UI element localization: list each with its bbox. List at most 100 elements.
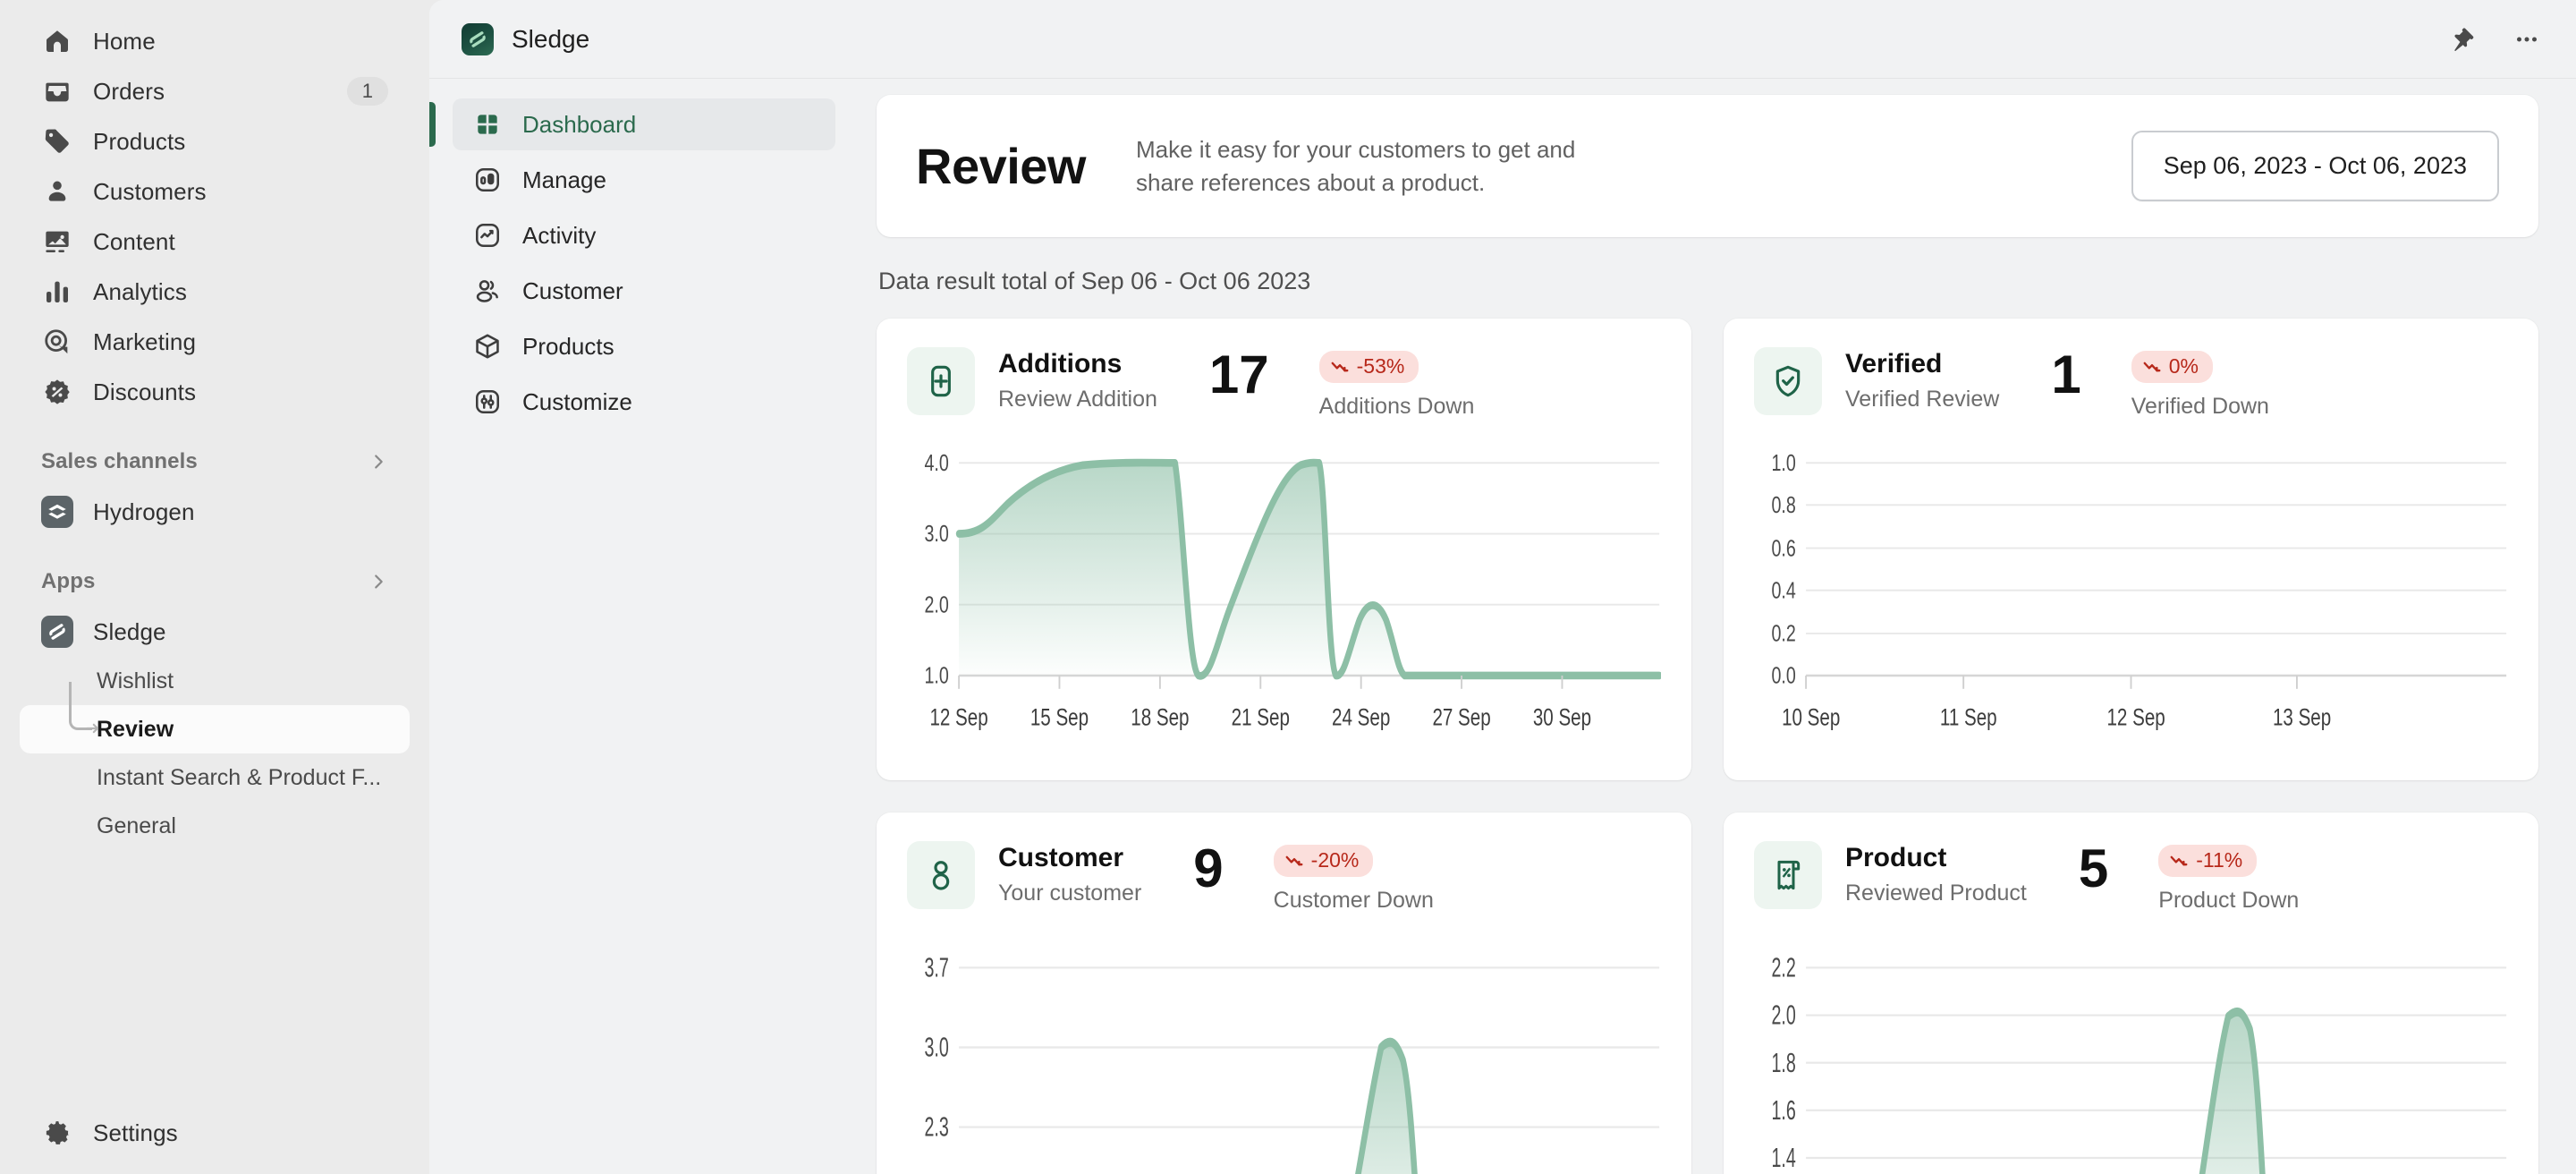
svg-text:13 Sep: 13 Sep [2273, 704, 2331, 731]
sidebar-item-marketing[interactable]: Marketing [20, 317, 410, 367]
sidebar-item-label: Settings [93, 1119, 178, 1146]
activity-pulse-icon [472, 220, 503, 251]
metric-subtitle: Review Addition [998, 387, 1157, 412]
metric-subtitle: Verified Review [1845, 387, 2000, 412]
svg-text:1.0: 1.0 [1771, 449, 1795, 475]
tab-manage[interactable]: Manage [453, 154, 835, 206]
svg-text:3.0: 3.0 [924, 520, 948, 546]
tab-label: Customer [522, 276, 623, 304]
trend-note: Verified Down [2131, 394, 2269, 419]
page-title: Review [916, 138, 1087, 194]
sidebar-subitem-review[interactable]: Review [20, 682, 410, 753]
metric-value: 1 [2051, 345, 2081, 404]
sidebar-item-hydrogen[interactable]: Hydrogen [20, 487, 410, 537]
main-content: Review Make it easy for your customers t… [859, 79, 2576, 1174]
metric-header: Product Reviewed Product 5 -11% Product … [1754, 841, 2508, 914]
metric-titles: Verified Verified Review [1845, 347, 1999, 413]
metric-titles: Additions Review Addition [998, 347, 1157, 413]
y-tick-labels: 3.7 3.0 2.3 1.7 [925, 953, 949, 1143]
metric-header: Additions Review Addition 17 -53% Additi… [907, 347, 1661, 420]
sidebar-subitem-general[interactable]: General [20, 802, 410, 850]
metric-value: 9 [1193, 838, 1224, 898]
svg-text:21 Sep: 21 Sep [1232, 704, 1290, 731]
sidebar-item-customers[interactable]: Customers [20, 166, 410, 217]
content-image-icon [41, 225, 73, 258]
sidebar-subitem-wishlist[interactable]: Wishlist [20, 657, 410, 705]
tab-customize[interactable]: Customize [453, 376, 835, 428]
x-tick-labels: 10 Sep 11 Sep 12 Sep 13 Sep [1782, 704, 2331, 731]
sidebar-subitem-instant-search[interactable]: Instant Search & Product F... [20, 753, 410, 802]
metric-header: Verified Verified Review 1 0% Verified D… [1754, 347, 2508, 420]
metric-card-verified: Verified Verified Review 1 0% Verified D… [1724, 319, 2538, 780]
sidebar-item-content[interactable]: Content [20, 217, 410, 267]
chevron-right-icon [369, 452, 388, 472]
tab-activity[interactable]: Activity [453, 209, 835, 261]
tab-dashboard[interactable]: Dashboard [429, 98, 835, 150]
svg-text:0.8: 0.8 [1771, 491, 1795, 517]
tab-products[interactable]: Products [453, 320, 835, 372]
chart-verified: 1.0 0.8 0.6 0.4 0.2 0.0 10 Sep 11 Sep 12… [1754, 443, 2508, 764]
topbar-actions [2449, 26, 2540, 53]
svg-text:18 Sep: 18 Sep [1131, 704, 1189, 731]
metric-subtitle: Your customer [998, 880, 1142, 906]
metric-card-additions: Additions Review Addition 17 -53% Additi… [877, 319, 1691, 780]
sledge-logo-icon [462, 22, 494, 55]
svg-text:12 Sep: 12 Sep [2106, 704, 2165, 731]
metric-header: Customer Your customer 9 -20% Customer D… [907, 841, 1661, 914]
metric-card-customer: Customer Your customer 9 -20% Customer D… [877, 812, 1691, 1174]
tab-customer[interactable]: Customer [453, 265, 835, 317]
sidebar-item-label: Marketing [93, 328, 197, 355]
sidebar-item-analytics[interactable]: Analytics [20, 267, 410, 317]
svg-text:1.6: 1.6 [1772, 1096, 1796, 1126]
metric-value: 17 [1208, 345, 1269, 404]
customize-sliders-icon [472, 387, 503, 417]
trend-value: -11% [2196, 848, 2243, 872]
svg-text:2.3: 2.3 [925, 1113, 949, 1143]
tab-label: Dashboard [522, 110, 637, 138]
x-tickmarks [1805, 675, 2298, 689]
sidebar-item-products[interactable]: Products [20, 116, 410, 166]
manage-chart-icon [472, 165, 503, 195]
trend-value: -53% [1356, 354, 1405, 378]
sidebar-item-label: Products [93, 127, 186, 155]
y-tick-labels: 1.0 0.8 0.6 0.4 0.2 0.0 [1771, 449, 1795, 688]
app-secondary-nav: Dashboard Manage Activity Customer Produ… [429, 79, 859, 1174]
metric-trend: -11% Product Down [2158, 841, 2299, 914]
discounts-badge-icon [41, 376, 73, 408]
metric-card-product: Product Reviewed Product 5 -11% Product … [1724, 812, 2538, 1174]
chart-additions: 4.0 3.0 2.0 1.0 12 Sep 15 Sep 18 Sep 21 … [907, 443, 1661, 764]
sidebar-item-settings[interactable]: Settings [20, 1108, 410, 1158]
subitem-label: General [97, 812, 176, 838]
svg-text:15 Sep: 15 Sep [1030, 704, 1089, 731]
svg-text:24 Sep: 24 Sep [1332, 704, 1390, 731]
metric-titles: Product Reviewed Product [1845, 841, 2027, 906]
sidebar-item-home[interactable]: Home [20, 16, 410, 66]
orders-icon [41, 75, 73, 107]
svg-text:2.2: 2.2 [1772, 953, 1796, 983]
sidebar-item-label: Analytics [93, 277, 187, 305]
metric-name: Customer [998, 843, 1124, 872]
sidebar-section-apps[interactable]: Apps [20, 558, 410, 605]
sidebar-item-discounts[interactable]: Discounts [20, 367, 410, 417]
pin-icon[interactable] [2449, 26, 2476, 53]
svg-text:1.8: 1.8 [1772, 1049, 1796, 1078]
verified-shield-icon [1754, 347, 1822, 415]
sidebar-item-label: Sledge [93, 617, 166, 645]
trend-note: Additions Down [1318, 394, 1475, 419]
orders-count-badge: 1 [346, 77, 388, 106]
trend-value: -20% [1310, 848, 1360, 872]
chevron-right-icon [369, 572, 388, 591]
sidebar-item-sledge[interactable]: Sledge [20, 607, 410, 657]
svg-text:1.4: 1.4 [1772, 1144, 1796, 1173]
more-options-icon[interactable] [2513, 26, 2540, 53]
sidebar-section-sales-channels[interactable]: Sales channels [20, 438, 410, 485]
subitem-label: Review [97, 716, 174, 742]
metric-name: Product [1845, 843, 1947, 872]
svg-text:11 Sep: 11 Sep [1940, 704, 1997, 731]
sidebar-item-orders[interactable]: Orders 1 [20, 66, 410, 116]
home-icon [41, 25, 73, 57]
date-range-picker[interactable]: Sep 06, 2023 - Oct 06, 2023 [2131, 131, 2499, 201]
gridlines [959, 966, 1660, 1128]
section-label: Sales channels [41, 449, 198, 473]
subitem-label: Wishlist [97, 668, 174, 693]
